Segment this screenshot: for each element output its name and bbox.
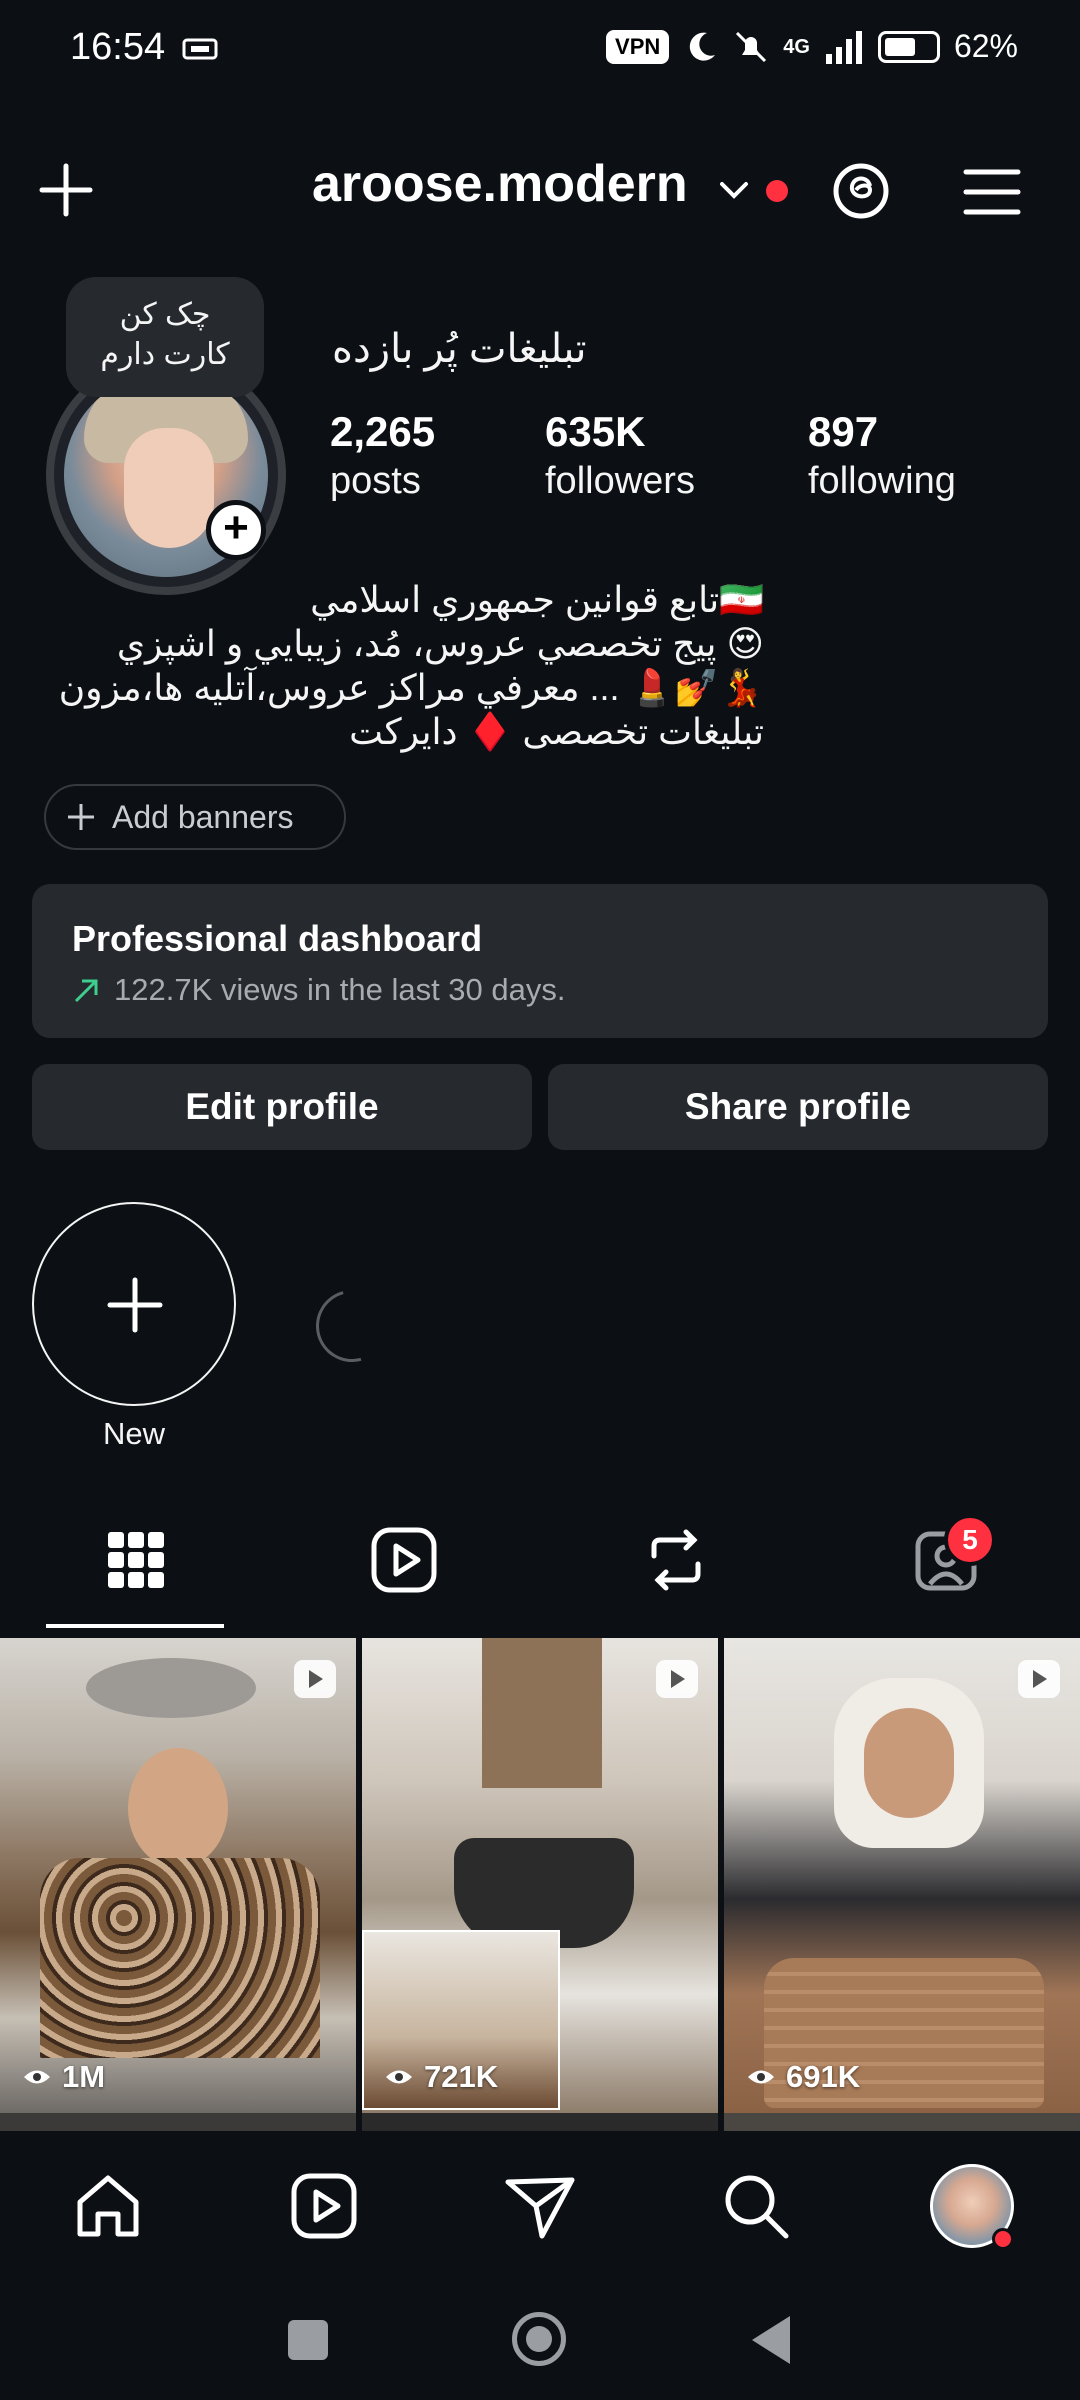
- grid-post[interactable]: 721K: [362, 1638, 718, 2113]
- vpn-badge: VPN: [606, 29, 670, 64]
- stat-followers-value: 635K: [545, 408, 646, 455]
- grid-row-peek: [362, 2113, 718, 2131]
- stat-following[interactable]: 897 following: [808, 408, 956, 503]
- status-bar: 16:54 VPN 4G 62%: [0, 0, 1080, 100]
- reel-indicator-icon: [656, 1660, 698, 1698]
- reel-indicator-icon: [294, 1660, 336, 1698]
- grid-post[interactable]: 1M: [0, 1638, 356, 2113]
- signal-icon: [825, 30, 862, 64]
- post-thumbnail-face: [864, 1708, 954, 1818]
- new-highlight-button[interactable]: [32, 1202, 236, 1406]
- stat-posts-label: posts: [330, 460, 421, 502]
- bio-line: 🇮🇷تابع قوانين جمهوري اسلامي: [310, 579, 764, 620]
- note-line-2: کارت دارم: [100, 338, 230, 371]
- views-count: 691K: [746, 2059, 860, 2095]
- bio-line: 💃💅💄 ... معرفي مراكز عروس،آتليه ها،مزون: [58, 667, 764, 708]
- home-icon[interactable]: [70, 2168, 146, 2244]
- dashboard-subtitle-row: 122.7K views in the last 30 days.: [72, 972, 1008, 1008]
- add-banners-button[interactable]: Add banners: [44, 784, 346, 850]
- tagged-badge: 5: [944, 1514, 996, 1566]
- views-count: 1M: [22, 2059, 105, 2095]
- share-profile-button[interactable]: Share profile: [548, 1064, 1048, 1150]
- stat-followers-label: followers: [545, 460, 695, 502]
- views-count: 721K: [384, 2059, 498, 2095]
- reel-indicator-icon: [1018, 1660, 1060, 1698]
- active-tab-indicator: [46, 1624, 224, 1628]
- reposts-icon[interactable]: [636, 1520, 716, 1600]
- grid-row-peek: [0, 2113, 356, 2131]
- edit-profile-button[interactable]: Edit profile: [32, 1064, 532, 1150]
- new-highlight-label: New: [102, 1416, 165, 1451]
- views-count-text: 691K: [786, 2059, 861, 2094]
- status-time: 16:54: [70, 26, 166, 68]
- views-count-text: 1M: [62, 2059, 106, 2094]
- eye-icon: [24, 2070, 50, 2084]
- search-icon[interactable]: [718, 2168, 794, 2244]
- battery-percent: 62%: [953, 28, 1018, 64]
- add-banners-label: Add banners: [112, 798, 294, 835]
- grid-icon[interactable]: [96, 1520, 176, 1600]
- threads-icon[interactable]: [830, 160, 892, 222]
- note-bubble[interactable]: چک کن کارت دارم: [66, 277, 264, 397]
- eye-icon: [386, 2070, 412, 2084]
- dashboard-title: Professional dashboard: [72, 918, 483, 959]
- stat-following-value: 897: [808, 408, 879, 455]
- add-story-button[interactable]: +: [206, 500, 266, 560]
- grid-post[interactable]: 691K: [724, 1638, 1080, 2113]
- notification-dot: [766, 180, 788, 202]
- trend-up-icon: [74, 979, 98, 1003]
- bio-line: 😍 پيج تخصصي عروس، مُد، زيبايي و اشپزي: [116, 623, 764, 664]
- stat-followers[interactable]: 635K followers: [545, 408, 695, 503]
- dashboard-subtitle: 122.7K views in the last 30 days.: [114, 972, 566, 1007]
- recents-button[interactable]: [288, 2320, 328, 2360]
- profile-bio: 🇮🇷تابع قوانين جمهوري اسلامي 😍 پيج تخصصي …: [44, 578, 764, 754]
- bio-line: تبليغات تخصصی ♦️ دايركت: [349, 711, 764, 752]
- grid-row-peek: [724, 2113, 1080, 2131]
- profile-name: تبليغات پُر بازده: [332, 327, 587, 371]
- system-navigation-bar: [0, 2270, 1080, 2400]
- home-button[interactable]: [512, 2312, 566, 2366]
- post-thumbnail-body: [40, 1858, 320, 2058]
- moon-icon: [690, 32, 716, 61]
- sim-card-icon: [182, 38, 218, 60]
- stat-posts-value: 2,265: [330, 408, 436, 455]
- bell-muted-icon: [736, 31, 767, 62]
- plus-icon[interactable]: [36, 160, 96, 220]
- bottom-navigation: [0, 2140, 1080, 2270]
- profile-header: aroose.modern: [0, 130, 1080, 250]
- back-button[interactable]: [752, 2316, 790, 2364]
- chevron-down-icon[interactable]: [718, 174, 750, 206]
- status-icons: VPN 4G 62%: [606, 28, 1018, 65]
- reels-nav-icon[interactable]: [286, 2168, 362, 2244]
- account-username[interactable]: aroose.modern: [312, 154, 688, 214]
- stat-posts[interactable]: 2,265 posts: [330, 408, 435, 503]
- professional-dashboard[interactable]: Professional dashboard 122.7K views in t…: [32, 884, 1048, 1038]
- stat-following-label: following: [808, 460, 956, 502]
- loading-spinner: [302, 1276, 402, 1376]
- plus-icon: [107, 1277, 163, 1333]
- views-count-text: 721K: [424, 2059, 499, 2094]
- eye-icon: [748, 2070, 774, 2084]
- notification-dot: [992, 2228, 1014, 2250]
- reels-icon[interactable]: [364, 1520, 444, 1600]
- menu-icon[interactable]: [962, 166, 1022, 218]
- battery-icon: [877, 30, 940, 63]
- network-type: 4G: [783, 35, 810, 58]
- plus-icon: [68, 804, 94, 830]
- direct-icon[interactable]: [502, 2168, 578, 2244]
- content-tabs: [0, 1510, 1080, 1630]
- post-thumbnail-hood: [482, 1638, 602, 1788]
- post-thumbnail-bowl: [86, 1658, 256, 1718]
- avatar-face: [124, 428, 214, 548]
- note-line-1: چک کن: [119, 298, 211, 331]
- post-thumbnail-face: [128, 1748, 228, 1868]
